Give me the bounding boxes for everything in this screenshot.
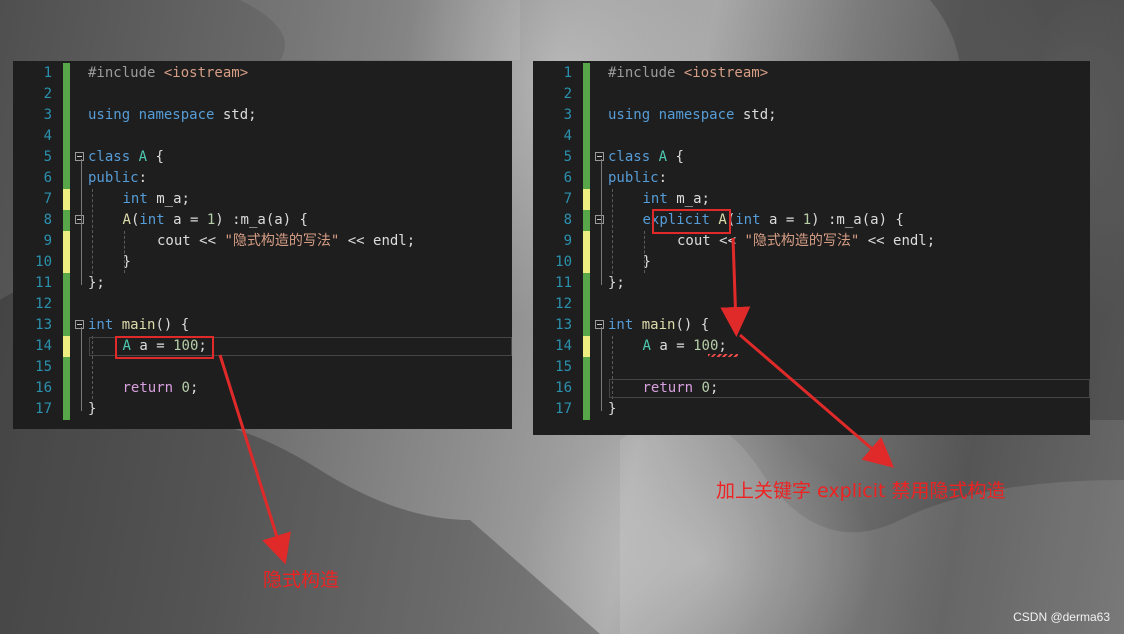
- arrow-explicit-keyword: [720, 237, 751, 337]
- annotation-arrows: [218, 237, 895, 565]
- annotation-implicit: 隐式构造: [263, 569, 340, 591]
- arrow-implicit: [218, 354, 291, 565]
- arrow-explicit-usage: [739, 333, 895, 468]
- annotation-explicit: 加上关键字 explicit 禁用隐式构造: [716, 480, 1006, 502]
- watermark: CSDN @derma63: [1013, 610, 1110, 624]
- highlight-implicit-init: [115, 336, 214, 359]
- highlight-explicit-keyword: [652, 209, 731, 234]
